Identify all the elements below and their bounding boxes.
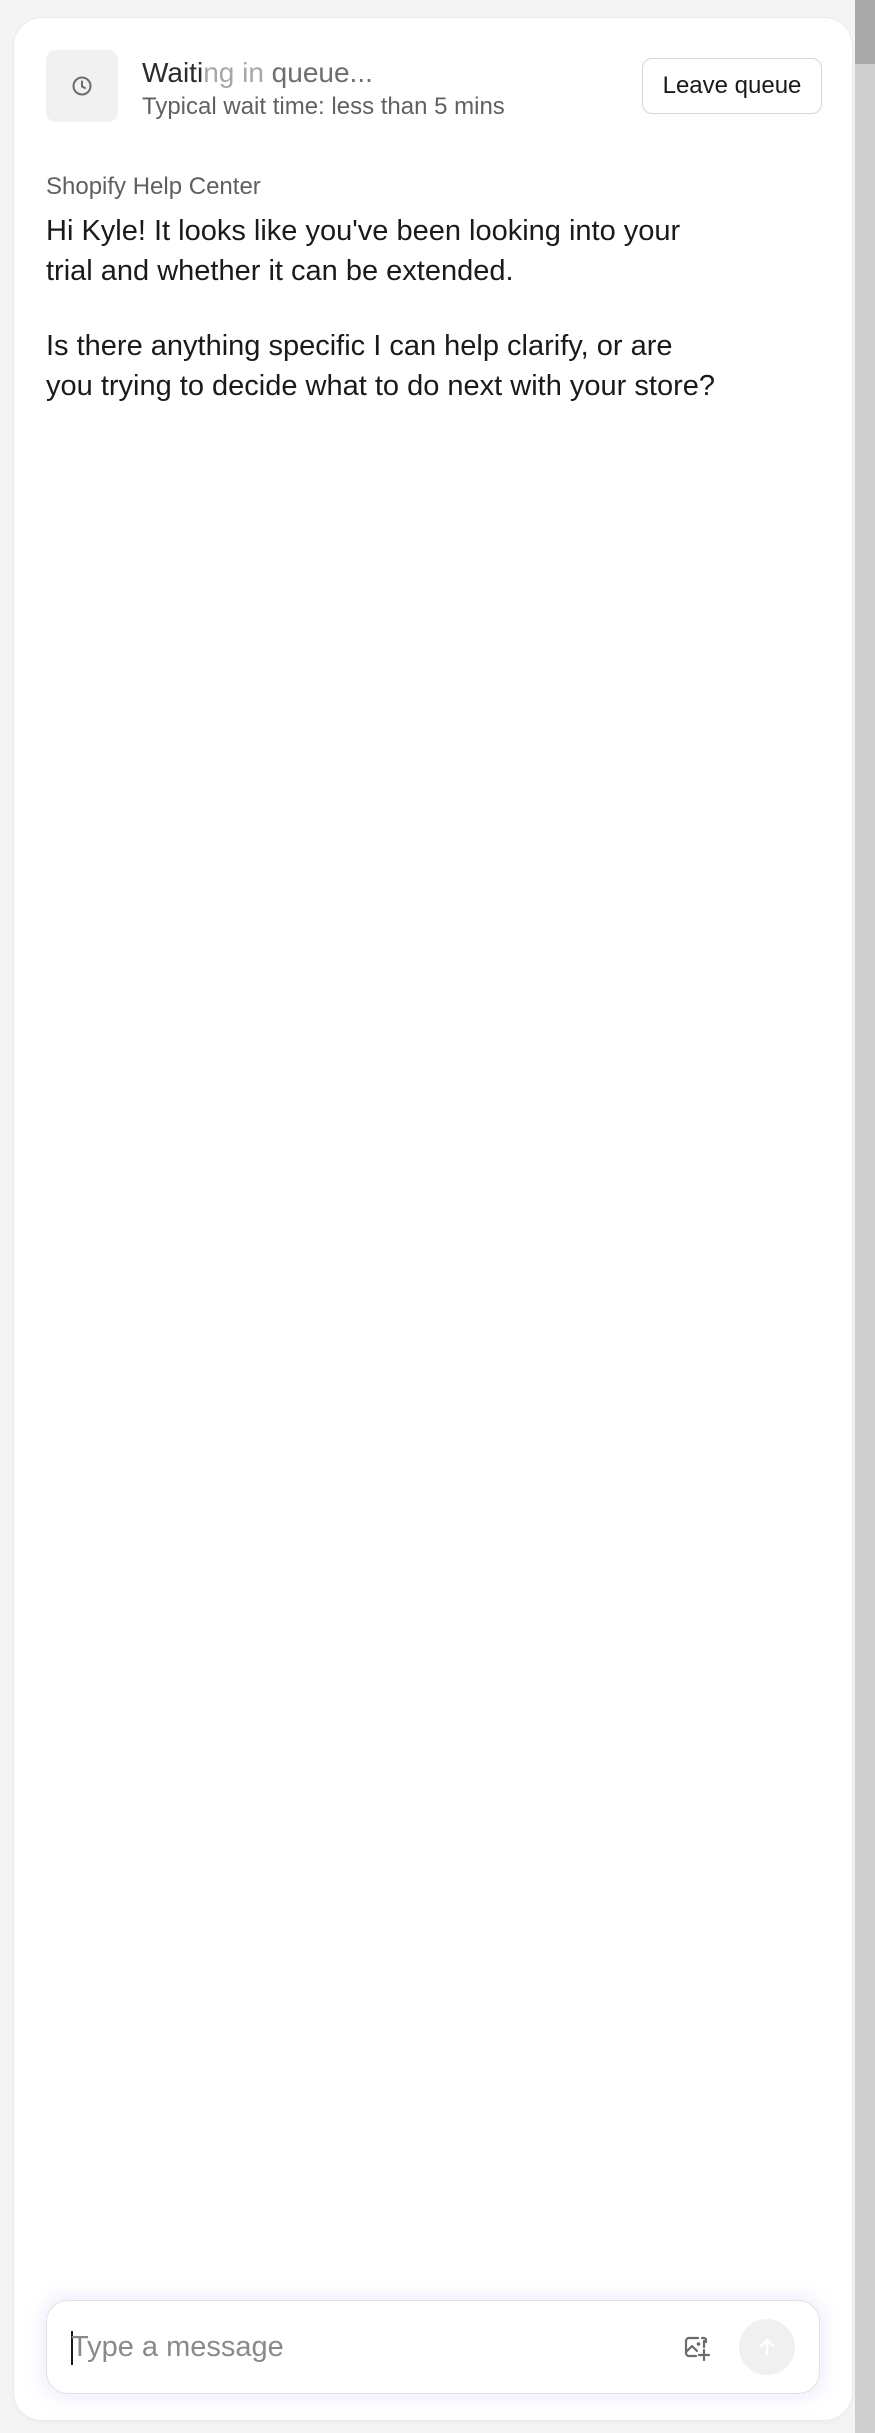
arrow-up-icon	[759, 2338, 775, 2356]
message-sender: Shopify Help Center	[46, 173, 261, 200]
attach-image-button[interactable]	[675, 2327, 717, 2369]
queue-header: Waiting in queue... Typical wait time: l…	[46, 50, 822, 124]
leave-queue-button[interactable]: Leave queue	[642, 58, 822, 114]
message-paragraph: Hi Kyle! It looks like you've been looki…	[46, 215, 681, 287]
queue-status-text-2: ng in	[203, 57, 264, 88]
chat-message: Hi Kyle! It looks like you've been looki…	[46, 212, 726, 442]
queue-status-text-3: queue...	[263, 57, 373, 88]
message-input[interactable]	[71, 2323, 651, 2371]
clock-icon	[72, 76, 92, 96]
scrollbar-thumb[interactable]	[855, 0, 875, 64]
page-scrollbar[interactable]	[855, 0, 875, 2433]
queue-status-title: Waiting in queue...	[142, 56, 373, 90]
send-button[interactable]	[739, 2319, 795, 2375]
message-composer	[46, 2300, 820, 2394]
message-paragraph: Is there anything specific I can help cl…	[46, 330, 715, 402]
chat-panel: Waiting in queue... Typical wait time: l…	[14, 18, 852, 2420]
queue-status-text-1: Waiti	[142, 57, 204, 88]
image-add-icon	[684, 2336, 711, 2362]
clock-icon-box	[46, 50, 118, 122]
wait-time-text: Typical wait time: less than 5 mins	[142, 93, 505, 120]
